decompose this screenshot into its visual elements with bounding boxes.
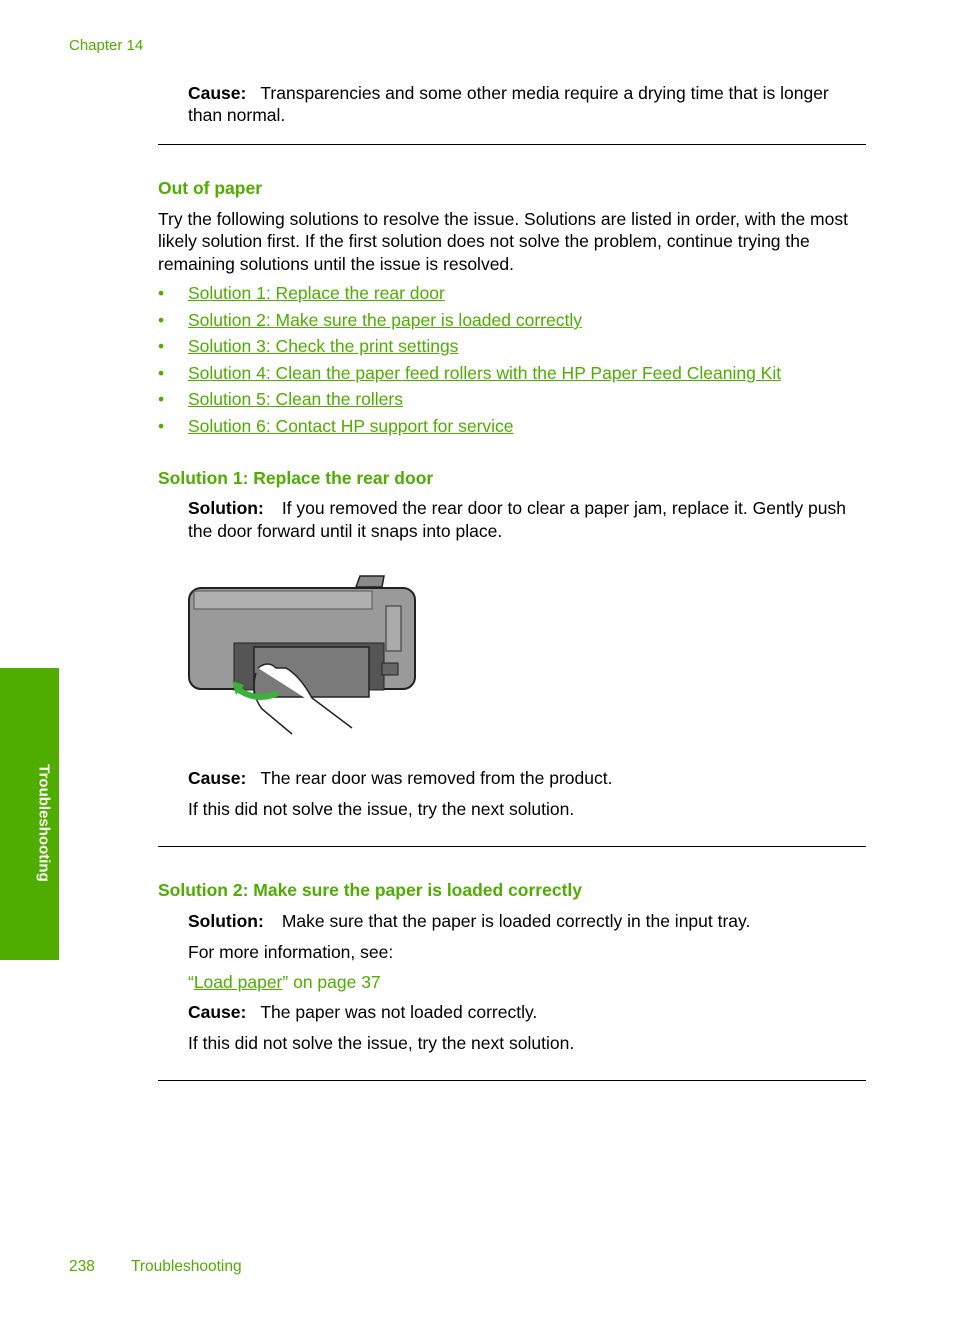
cause-label: Cause: — [188, 1002, 247, 1022]
bullet: • — [158, 416, 165, 436]
cause-text: The rear door was removed from the produ… — [260, 768, 613, 788]
solution-label: Solution: — [188, 911, 264, 931]
bullet: • — [158, 283, 165, 303]
bullet: • — [158, 363, 165, 383]
solution-label: Solution: — [188, 498, 264, 518]
section-intro-3: remaining solutions until the issue is r… — [158, 254, 515, 274]
solution1-text: Solution: If you removed the rear door to… — [188, 497, 846, 520]
cause-text: The paper was not loaded correctly. — [260, 1002, 538, 1022]
solution-link-5[interactable]: Solution 5: Clean the rollers — [188, 389, 403, 410]
divider — [158, 846, 866, 847]
side-tab: Troubleshooting — [0, 668, 59, 960]
solution-link-4[interactable]: Solution 4: Clean the paper feed rollers… — [188, 363, 781, 384]
solution2-title: Solution 2: Make sure the paper is loade… — [158, 880, 583, 900]
page-number: 238 — [69, 1258, 95, 1275]
solution2-next: If this did not solve the issue, try the… — [188, 1033, 575, 1053]
solution-link-3[interactable]: Solution 3: Check the print settings — [188, 336, 458, 357]
bullet: • — [158, 336, 165, 356]
solution-link-2[interactable]: Solution 2: Make sure the paper is loade… — [188, 310, 582, 331]
bullet: • — [158, 389, 165, 409]
footer-section: Troubleshooting — [131, 1258, 242, 1275]
intro-cause: Cause: Transparencies and some other medi… — [188, 82, 829, 105]
solution1-title: Solution 1: Replace the rear door — [158, 468, 434, 488]
section-intro-1: Try the following solutions to resolve t… — [158, 209, 848, 229]
divider — [158, 144, 866, 145]
solution-text: Make sure that the paper is loaded corre… — [281, 911, 751, 931]
cause-text: Transparencies and some other media requ… — [260, 83, 829, 103]
section-title: Out of paper — [158, 178, 263, 198]
section-intro-2: likely solution first. If the first solu… — [158, 231, 810, 251]
solution-link-6[interactable]: Solution 6: Contact HP support for servi… — [188, 416, 514, 437]
page-ref: ” on page 37 — [282, 972, 381, 992]
solution2-cause: Cause: The paper was not loaded correctly… — [188, 1001, 537, 1024]
cause-text-cont: than normal. — [188, 105, 286, 125]
printer-rear-door-illustration — [188, 575, 416, 735]
solution1-next: If this did not solve the issue, try the… — [188, 799, 575, 819]
load-paper-reference: “Load paper” on page 37 — [188, 971, 381, 994]
load-paper-link[interactable]: Load paper — [194, 972, 283, 992]
more-info: For more information, see: — [188, 942, 394, 962]
solution-text: If you removed the rear door to clear a … — [281, 498, 846, 518]
divider — [158, 1080, 866, 1081]
solution1-cause: Cause: The rear door was removed from the… — [188, 767, 612, 790]
side-tab-label: Troubleshooting — [35, 764, 53, 882]
bullet: • — [158, 310, 165, 330]
cause-label: Cause: — [188, 83, 247, 103]
solution1-text-cont: the door forward until it snaps into pla… — [188, 521, 503, 541]
solution-link-1[interactable]: Solution 1: Replace the rear door — [188, 283, 445, 304]
chapter-header: Chapter 14 — [69, 37, 144, 54]
solution2-text: Solution: Make sure that the paper is loa… — [188, 910, 750, 933]
cause-label: Cause: — [188, 768, 247, 788]
